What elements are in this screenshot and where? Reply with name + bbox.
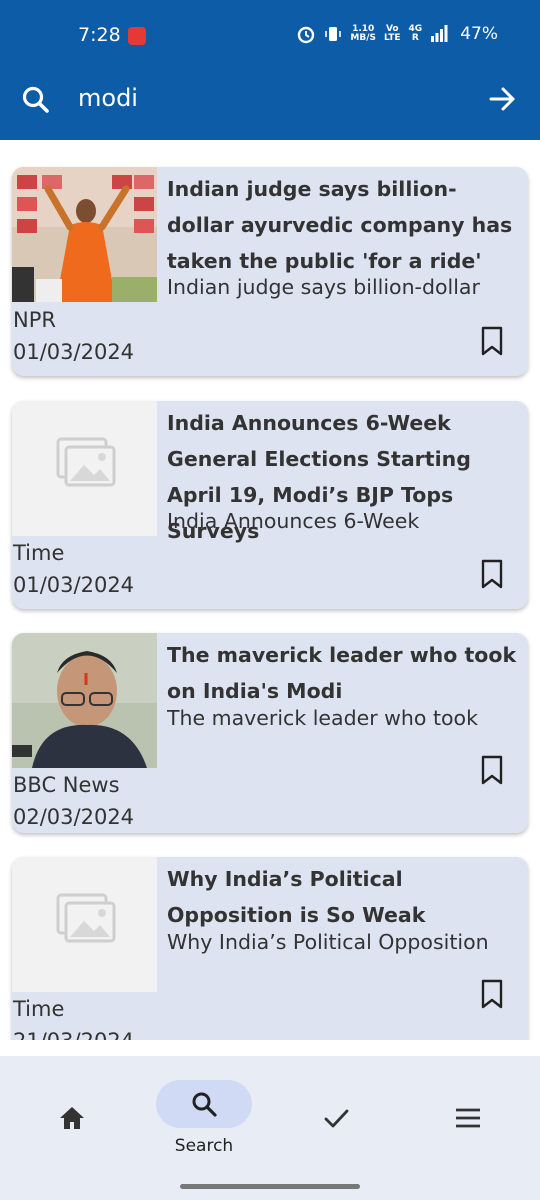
- screen-record-icon: [128, 27, 146, 45]
- article-source: Time: [13, 997, 65, 1021]
- photo-man-with-glasses: [12, 633, 157, 768]
- article-date: 01/03/2024: [13, 573, 135, 597]
- check-icon: [324, 1109, 349, 1128]
- search-icon[interactable]: [20, 84, 52, 116]
- article-source: BBC News: [13, 773, 120, 797]
- network-speed: 1.10 MB/S: [350, 24, 376, 43]
- article-summary: Why India’s Political Opposition: [167, 930, 489, 954]
- article-title[interactable]: Indian judge says billion-dollar ayurved…: [167, 171, 520, 279]
- search-input[interactable]: modi: [78, 84, 138, 112]
- nav-search-label: Search: [174, 1136, 234, 1156]
- battery-level: 47%: [460, 24, 498, 44]
- status-bar: 7:28 1.10 MB/S Vo LTE 4G R 47%: [0, 0, 540, 72]
- article-date: 21/03/2024: [13, 1025, 134, 1040]
- article-title[interactable]: Why India’s Political Opposition is So W…: [167, 861, 520, 933]
- bookmark-icon[interactable]: [480, 326, 504, 356]
- article-date: 02/03/2024: [13, 805, 135, 829]
- search-icon: [192, 1092, 217, 1117]
- article-thumbnail: [12, 633, 157, 768]
- article-card[interactable]: Why India’s Political Opposition is So W…: [12, 857, 528, 1040]
- nav-search[interactable]: Search: [156, 1078, 252, 1174]
- article-card[interactable]: India Announces 6-Week General Elections…: [12, 401, 528, 609]
- image-placeholder-icon: [56, 893, 116, 943]
- search-bar: modi: [0, 72, 540, 140]
- signal-icon: [431, 25, 448, 42]
- nav-menu[interactable]: [420, 1078, 516, 1174]
- article-summary: Indian judge says billion-dollar: [167, 275, 480, 299]
- gesture-bar[interactable]: [180, 1184, 360, 1189]
- bookmark-icon[interactable]: [480, 979, 504, 1009]
- status-indicators: 1.10 MB/S Vo LTE 4G R 47%: [296, 24, 498, 44]
- article-card[interactable]: The maverick leader who took on India's …: [12, 633, 528, 833]
- volte-indicator: Vo LTE: [384, 24, 401, 43]
- article-list[interactable]: Indian judge says billion-dollar ayurved…: [0, 140, 540, 1040]
- article-card[interactable]: Indian judge says billion-dollar ayurved…: [12, 167, 528, 376]
- article-title[interactable]: The maverick leader who took on India's …: [167, 637, 520, 709]
- article-date: 01/03/2024: [13, 340, 135, 364]
- article-summary: India Announces 6-Week: [167, 509, 420, 533]
- article-source: NPR: [13, 308, 56, 332]
- status-time: 7:28: [78, 24, 121, 46]
- vibrate-icon: [325, 27, 342, 41]
- article-thumbnail: [12, 401, 157, 536]
- article-summary: The maverick leader who took: [167, 706, 478, 730]
- article-thumbnail: [12, 857, 157, 992]
- photo-man-in-orange-robes: [12, 167, 157, 302]
- arrow-forward-icon[interactable]: [488, 84, 518, 114]
- menu-icon: [456, 1108, 480, 1128]
- image-placeholder-icon: [56, 437, 116, 487]
- article-thumbnail: [12, 167, 157, 302]
- network-type: 4G R: [408, 24, 423, 43]
- app-header: 7:28 1.10 MB/S Vo LTE 4G R 47% modi: [0, 0, 540, 140]
- article-source: Time: [13, 541, 65, 565]
- nav-check[interactable]: [288, 1078, 384, 1174]
- home-icon: [60, 1107, 84, 1129]
- nav-home[interactable]: [24, 1078, 120, 1174]
- alarm-icon: [298, 26, 315, 44]
- bookmark-icon[interactable]: [480, 755, 504, 785]
- bottom-navigation: Search: [0, 1056, 540, 1200]
- bookmark-icon[interactable]: [480, 559, 504, 589]
